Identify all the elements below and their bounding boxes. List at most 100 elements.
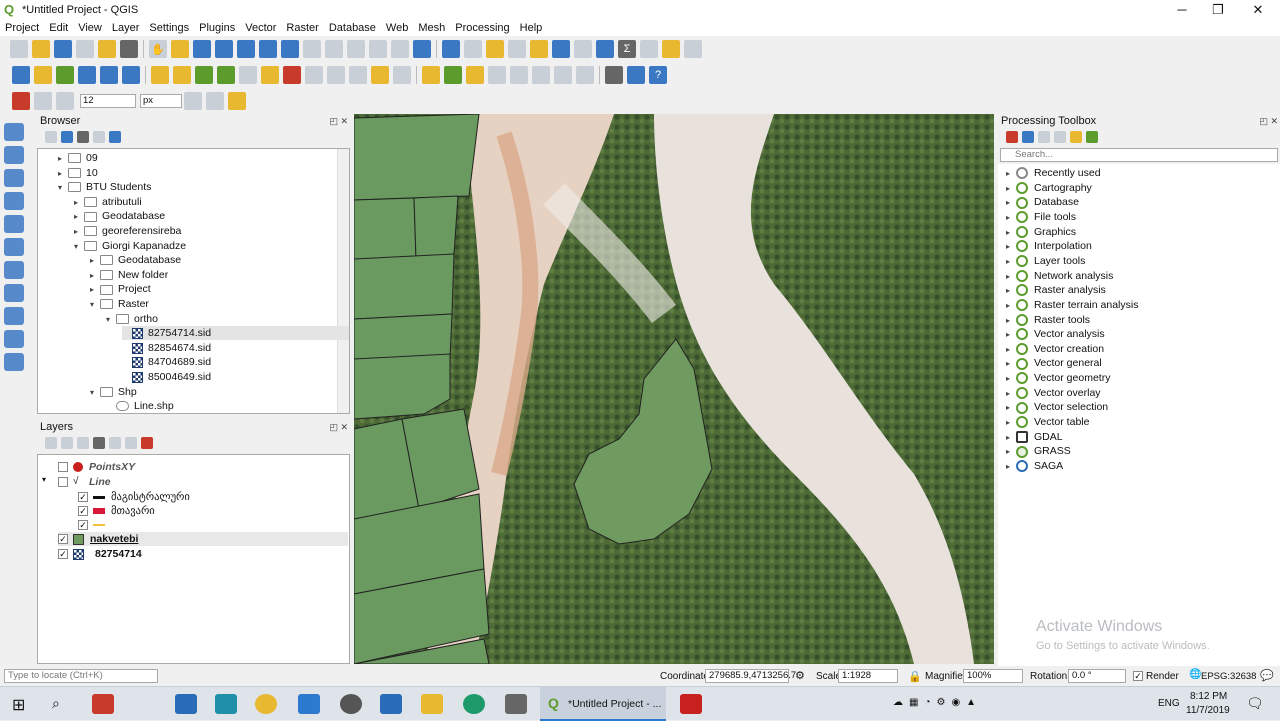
locator-input[interactable]: Type to locate (Ctrl+K)	[4, 669, 158, 683]
language-indicator[interactable]: ENG	[1158, 698, 1180, 709]
browser-scrollbar[interactable]	[337, 149, 349, 413]
clock-time[interactable]: 8:12 PM	[1190, 691, 1227, 702]
browser-item[interactable]: ▾ Giorgi Kapanadze	[74, 239, 186, 253]
refresh-icon[interactable]	[413, 40, 431, 58]
layer-visibility-checkbox[interactable]: ✓	[58, 534, 68, 545]
pan-icon[interactable]: ✋	[149, 40, 167, 58]
current-edits-icon[interactable]	[151, 66, 169, 84]
add-wms-icon[interactable]	[122, 66, 140, 84]
menu-project[interactable]: Project	[0, 22, 44, 34]
style-panel-icon[interactable]	[45, 437, 57, 449]
snap-mode-icon[interactable]	[34, 92, 52, 110]
expand-arrow-icon[interactable]: ▸	[1006, 460, 1016, 474]
expand-arrow-icon[interactable]: ▾	[106, 313, 116, 327]
browser-item[interactable]: ▾ BTU Students	[58, 180, 151, 194]
layer-item[interactable]: PointsXY	[58, 460, 135, 474]
layer-item[interactable]: ✓ 82754714	[58, 547, 142, 561]
layer-item[interactable]: ✓ nakvetebi	[58, 532, 348, 546]
modify-attributes-icon[interactable]	[261, 66, 279, 84]
layer-visibility-checkbox[interactable]: ✓	[78, 492, 88, 503]
processing-provider-item[interactable]: ▸ Vector table	[1006, 415, 1089, 429]
expand-arrow-icon[interactable]: ▸	[74, 225, 84, 239]
menu-plugins[interactable]: Plugins	[194, 22, 240, 34]
rotation-field[interactable]: 0.0 °	[1068, 669, 1126, 683]
save-edits-icon[interactable]	[195, 66, 213, 84]
expand-arrow-icon[interactable]: ▾	[90, 298, 100, 312]
expand-arrow-icon[interactable]: ▸	[90, 269, 100, 283]
browser-item[interactable]: ▸ Project	[90, 282, 151, 296]
pin-labels-icon[interactable]	[466, 66, 484, 84]
file-explorer-icon[interactable]	[421, 694, 443, 714]
zoom-selection-icon[interactable]	[259, 40, 277, 58]
highlight-pinned-icon[interactable]	[488, 66, 506, 84]
panel-buttons-icon[interactable]: ◰ ✕	[329, 420, 348, 434]
windows-start-icon[interactable]: ⊞	[12, 695, 25, 715]
layer-visibility-checkbox[interactable]	[58, 462, 68, 473]
system-tray-icons[interactable]: ☁▦◔⚙◉▲	[893, 697, 982, 708]
processing-provider-item[interactable]: ▸ File tools	[1006, 210, 1076, 224]
redo-icon[interactable]	[393, 66, 411, 84]
processing-provider-item[interactable]: ▸ GDAL	[1006, 430, 1063, 444]
add-vector-icon[interactable]	[56, 66, 74, 84]
expand-arrow-icon[interactable]: ▸	[1006, 372, 1016, 386]
expand-arrow-icon[interactable]: ▸	[74, 210, 84, 224]
processing-provider-item[interactable]: ▸ Vector analysis	[1006, 327, 1105, 341]
add-wcs-layer-icon[interactable]	[4, 353, 24, 371]
processing-provider-item[interactable]: ▸ Recently used	[1006, 166, 1101, 180]
browser-item[interactable]: ▾ Shp	[90, 385, 137, 399]
processing-provider-item[interactable]: ▸ Vector geometry	[1006, 371, 1110, 385]
georeferencer-icon[interactable]	[605, 66, 623, 84]
change-label-icon[interactable]	[576, 66, 594, 84]
expand-arrow-icon[interactable]: ▸	[1006, 343, 1016, 357]
expand-arrow-icon[interactable]: ▾	[42, 475, 46, 484]
scale-field[interactable]: 1:1928	[838, 669, 898, 683]
browser-item[interactable]: ▸ georeferensireba	[74, 224, 181, 238]
toggle-editing-icon[interactable]	[173, 66, 191, 84]
open-project-icon[interactable]	[32, 40, 50, 58]
add-wfs-layer-icon[interactable]	[4, 330, 24, 348]
zoom-in-icon[interactable]	[193, 40, 211, 58]
show-hide-labels-icon[interactable]	[510, 66, 528, 84]
scripts-icon[interactable]	[1022, 131, 1034, 143]
panel-buttons-icon[interactable]: ◰ ✕	[1259, 114, 1278, 128]
data-source-manager-icon[interactable]	[12, 66, 30, 84]
filter-browser-icon[interactable]	[77, 131, 89, 143]
browser-item[interactable]: 85004649.sid	[122, 370, 211, 384]
field-calculator-icon[interactable]	[574, 40, 592, 58]
zoom-full-icon[interactable]	[237, 40, 255, 58]
topological-editing-icon[interactable]	[184, 92, 202, 110]
expand-arrow-icon[interactable]: ▸	[1006, 401, 1016, 415]
processing-provider-item[interactable]: ▸ Database	[1006, 195, 1079, 209]
browser-item[interactable]: ▸ 09	[58, 151, 98, 165]
search-icon[interactable]: ⌕	[52, 695, 60, 712]
browser-item[interactable]: 82854674.sid	[122, 341, 211, 355]
statistics-icon[interactable]: Σ	[618, 40, 636, 58]
expand-arrow-icon[interactable]: ▸	[90, 283, 100, 297]
history-icon[interactable]	[1038, 131, 1050, 143]
expand-arrow-icon[interactable]: ▸	[1006, 445, 1016, 459]
expand-arrow-icon[interactable]: ▸	[1006, 314, 1016, 328]
map-tips-icon[interactable]	[662, 40, 680, 58]
map-canvas[interactable]	[354, 114, 994, 664]
snapping-unit-select[interactable]: px	[140, 94, 182, 108]
tracing-icon[interactable]	[228, 92, 246, 110]
layer-item[interactable]: ✓ მაგისტრალური	[78, 490, 190, 504]
expand-arrow-icon[interactable]: ▸	[1006, 196, 1016, 210]
expand-arrow-icon[interactable]: ▸	[1006, 357, 1016, 371]
copy-features-icon[interactable]	[327, 66, 345, 84]
help-icon[interactable]: ?	[649, 66, 667, 84]
processing-provider-item[interactable]: ▸ Layer tools	[1006, 254, 1085, 268]
attribute-table-icon[interactable]	[552, 40, 570, 58]
expand-arrow-icon[interactable]: ▸	[1006, 255, 1016, 269]
menu-mesh[interactable]: Mesh	[413, 22, 450, 34]
rotate-label-icon[interactable]	[554, 66, 572, 84]
label-icon[interactable]	[422, 66, 440, 84]
show-bookmarks-icon[interactable]	[391, 40, 409, 58]
processing-provider-item[interactable]: ▸ SAGA	[1006, 459, 1063, 473]
acrobat-icon[interactable]	[680, 694, 702, 714]
processing-provider-item[interactable]: ▸ Raster tools	[1006, 313, 1090, 327]
menu-vector[interactable]: Vector	[240, 22, 281, 34]
layer-visibility-checkbox[interactable]	[58, 477, 68, 488]
layout-manager-icon[interactable]	[98, 40, 116, 58]
identify-icon[interactable]	[442, 40, 460, 58]
